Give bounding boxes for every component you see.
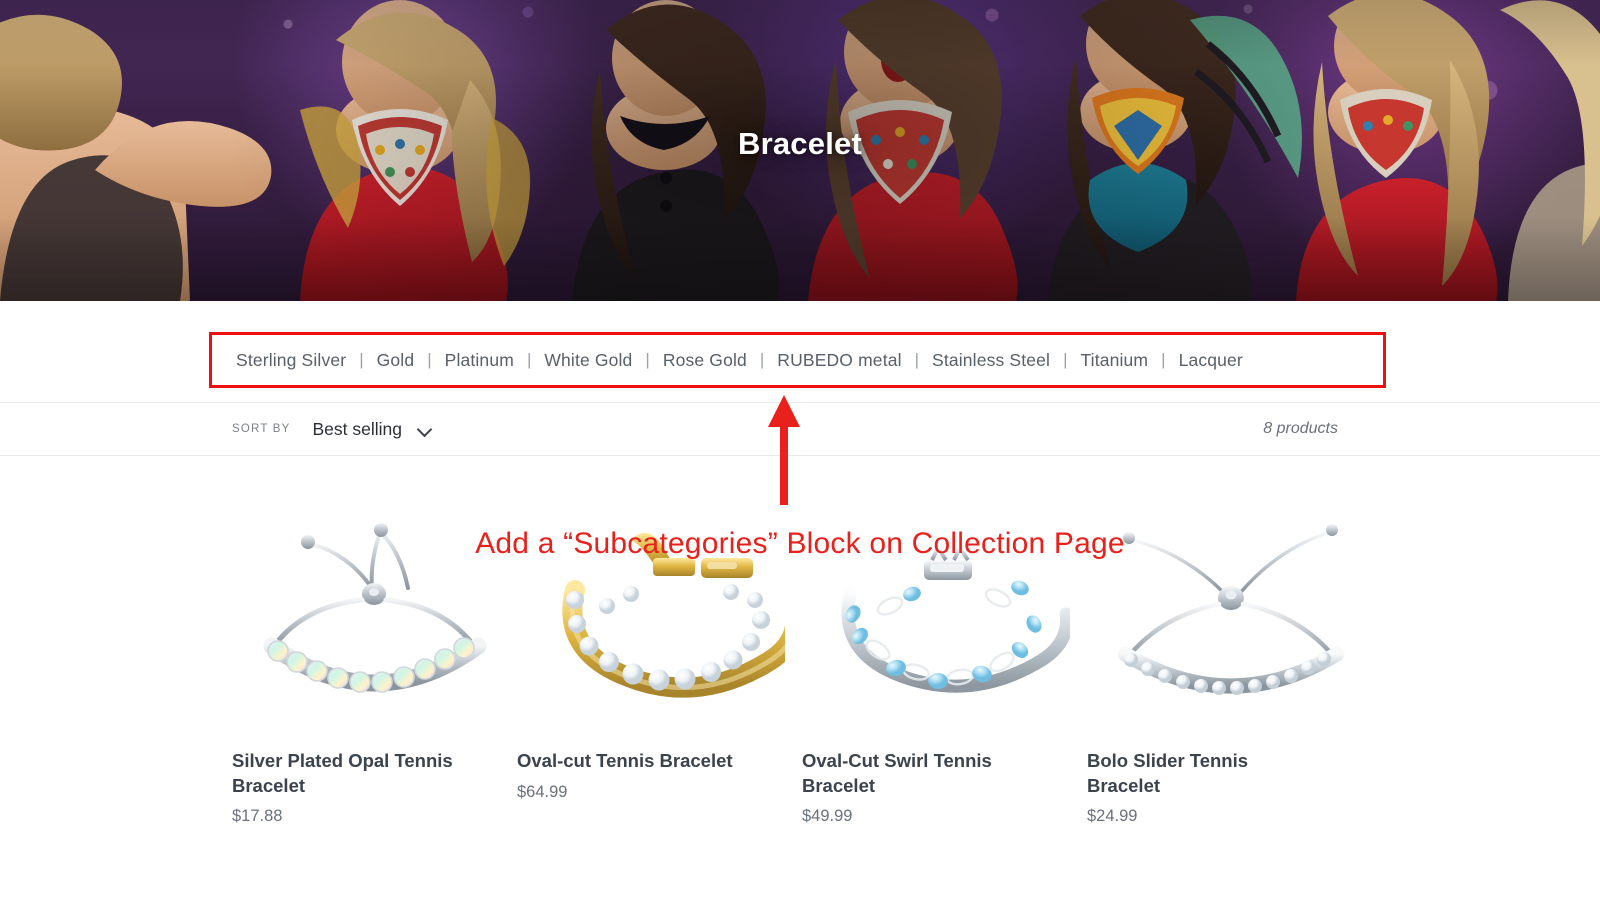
product-title: Silver Plated Opal Tennis Bracelet <box>232 750 453 796</box>
product-card[interactable]: Oval-cut Tennis Bracelet $64.99 <box>517 494 802 826</box>
product-price: $24.99 <box>1087 807 1138 826</box>
subcategory-link[interactable]: White Gold <box>544 350 632 371</box>
product-image[interactable] <box>517 494 802 709</box>
product-count: 8 products <box>1263 420 1338 437</box>
subcategory-link[interactable]: Rose Gold <box>663 350 747 371</box>
sort-by-select[interactable]: Best selling <box>312 419 431 440</box>
product-price: $64.99 <box>517 782 568 801</box>
chevron-down-icon <box>418 423 431 436</box>
product-price: $17.88 <box>232 807 283 826</box>
subcategory-link[interactable]: Gold <box>377 350 415 371</box>
gold-diamond-tennis-bracelet-icon <box>561 532 785 698</box>
product-card[interactable]: Oval-Cut Swirl Tennis Bracelet $49.99 <box>802 494 1087 826</box>
subcategory-separator: | <box>427 350 432 369</box>
product-grid: Silver Plated Opal Tennis Bracelet $17.8… <box>0 456 1600 826</box>
product-title: Oval-cut Tennis Bracelet <box>517 750 733 771</box>
subcategories-section: Sterling Silver | Gold | Platinum | White Gold… <box>0 301 1600 402</box>
sort-by-value: Best selling <box>312 418 402 439</box>
product-image[interactable] <box>232 494 517 709</box>
subcategory-separator: | <box>1063 350 1068 369</box>
product-card[interactable]: Silver Plated Opal Tennis Bracelet $17.8… <box>232 494 517 826</box>
product-image[interactable] <box>1087 494 1372 709</box>
page-title: Bracelet <box>738 126 862 161</box>
subcategory-link[interactable]: Lacquer <box>1179 350 1243 371</box>
silver-bolo-slider-bracelet-icon <box>1117 523 1344 695</box>
product-card[interactable]: Bolo Slider Tennis Bracelet $24.99 <box>1087 494 1372 826</box>
subcategory-link[interactable]: Titanium <box>1080 350 1148 371</box>
product-image[interactable] <box>802 494 1087 709</box>
silver-opal-bolo-bracelet-icon <box>263 522 486 693</box>
subcategory-separator: | <box>645 350 650 369</box>
subcategory-link[interactable]: Platinum <box>445 350 514 371</box>
subcategory-separator: | <box>759 350 765 369</box>
subcategory-separator: | <box>914 350 920 369</box>
silver-aquamarine-swirl-bracelet-icon <box>840 543 1070 693</box>
subcategory-separator: | <box>526 350 532 369</box>
sort-by-label: SORT BY <box>232 423 291 435</box>
subcategory-link[interactable]: RUBEDO metal <box>777 350 901 371</box>
hero-banner: Bracelet <box>0 0 1600 301</box>
sort-bar: SORT BY Best selling 8 products <box>0 403 1600 455</box>
product-title: Oval-Cut Swirl Tennis Bracelet <box>802 750 992 796</box>
subcategories-list: Sterling Silver | Gold | Platinum | White Gold… <box>236 350 1243 371</box>
subcategory-separator: | <box>359 350 364 369</box>
sort-control-group: SORT BY Best selling <box>232 419 431 440</box>
subcategory-separator: | <box>1161 350 1166 369</box>
subcategory-link[interactable]: Sterling Silver <box>236 350 346 371</box>
product-title: Bolo Slider Tennis Bracelet <box>1087 750 1249 796</box>
product-price: $49.99 <box>802 807 853 826</box>
subcategory-link[interactable]: Stainless Steel <box>932 350 1050 371</box>
subcategories-block-highlight: Sterling Silver | Gold | Platinum | White Gold… <box>209 332 1386 388</box>
